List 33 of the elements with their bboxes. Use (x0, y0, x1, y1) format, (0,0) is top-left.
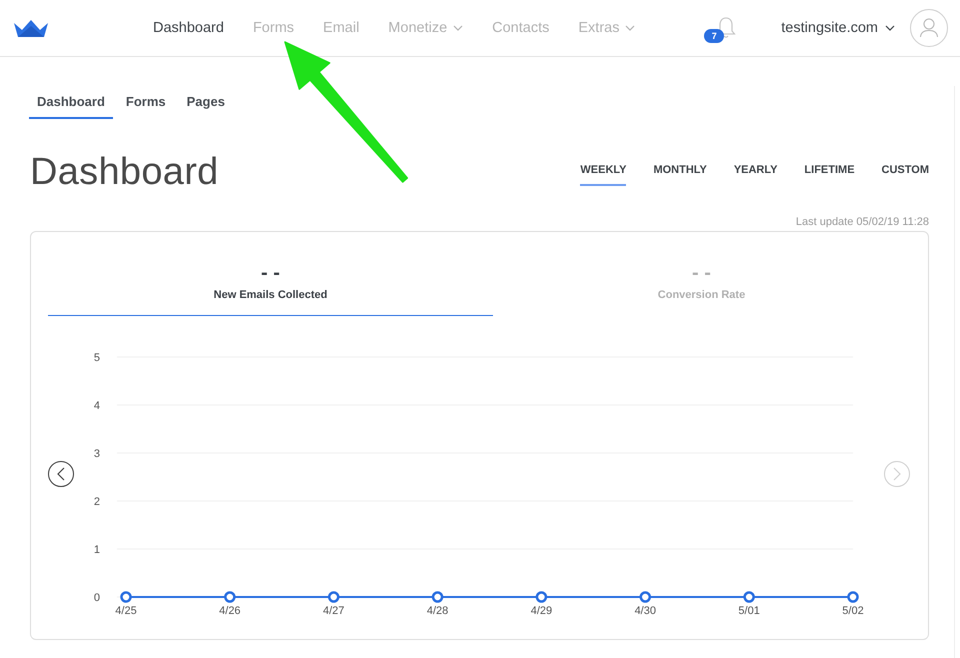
axis-label: 2 (93, 496, 100, 508)
sub-tab[interactable]: Pages (178, 86, 233, 119)
axis-label: 4/25 (114, 605, 136, 617)
axis-label: 4/30 (634, 605, 656, 617)
page-title: Dashboard (30, 150, 219, 195)
axis-label: 0 (93, 592, 100, 604)
period-tab[interactable]: YEARLY (734, 163, 778, 186)
previous-button[interactable] (48, 460, 74, 486)
axis-label: 4/27 (322, 605, 344, 617)
metric-tab[interactable]: - - New Emails Collected (48, 252, 493, 316)
sub-tab[interactable]: Forms (118, 86, 174, 119)
axis-label: 5/01 (738, 605, 760, 617)
period-tab[interactable]: CUSTOM (882, 163, 929, 186)
axis-label: 5 (93, 352, 100, 364)
last-update-text: Last update 05/02/19 11:28 (794, 215, 929, 229)
axis-label: 4/28 (426, 605, 448, 617)
chevron-right-icon (893, 466, 901, 480)
sub-tab[interactable]: Dashboard (29, 86, 113, 119)
crown-logo-icon[interactable] (14, 20, 48, 36)
axis-label: 3 (93, 448, 100, 460)
period-tab[interactable]: WEEKLY (580, 163, 626, 186)
account-menu[interactable]: testingsite.com (781, 20, 895, 36)
axis-label: 4 (93, 400, 100, 412)
period-tab[interactable]: MONTHLY (653, 163, 707, 186)
chevron-down-icon (885, 25, 895, 31)
axis-label: 1 (93, 544, 100, 556)
chevron-left-icon (57, 466, 65, 480)
axis-label: 5/02 (842, 605, 864, 617)
axis-label: 4/26 (218, 605, 240, 617)
nav-link[interactable]: Dashboard (153, 20, 224, 36)
axis-label: 4/29 (530, 605, 552, 617)
notification-count: 7 (704, 29, 724, 43)
period-tab[interactable]: LIFETIME (804, 163, 855, 186)
